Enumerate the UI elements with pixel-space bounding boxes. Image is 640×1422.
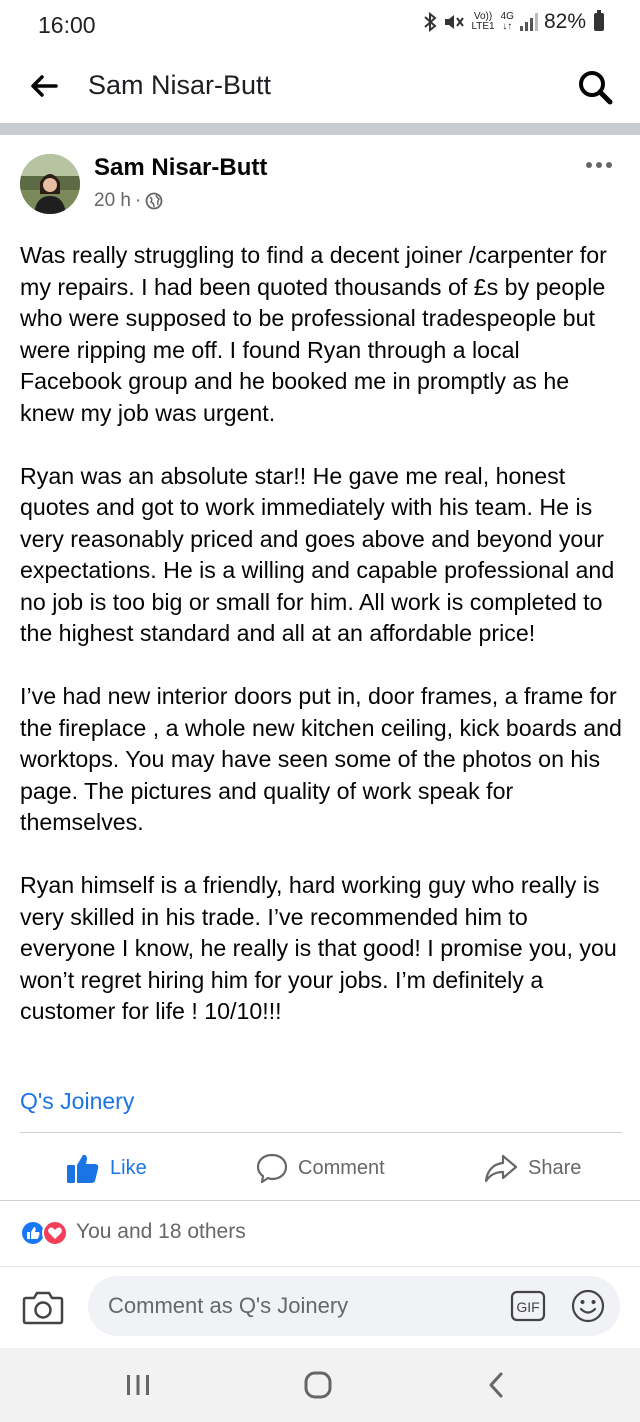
divider: [0, 1266, 640, 1267]
comment-placeholder: Comment as Q's Joinery: [108, 1293, 349, 1318]
like-label: Like: [110, 1156, 147, 1179]
share-label: Share: [528, 1156, 582, 1179]
signal-icon: [519, 13, 538, 31]
camera-icon[interactable]: [22, 1288, 64, 1326]
share-button[interactable]: Share: [484, 1150, 581, 1186]
network-indicator: 4G ↓↑: [500, 11, 514, 32]
status-time: 16:00: [38, 12, 96, 38]
comment-bubble-icon: [256, 1153, 288, 1184]
post-body: Was really struggling to find a decent j…: [20, 240, 626, 1059]
divider: [20, 1132, 622, 1133]
back-arrow-icon[interactable]: [28, 70, 60, 102]
post-time[interactable]: 20 h: [94, 190, 131, 212]
emoji-icon[interactable]: [570, 1288, 606, 1324]
thumbs-up-icon: [67, 1154, 99, 1183]
recent-apps-icon[interactable]: [124, 1372, 152, 1398]
mute-icon: [445, 15, 465, 29]
meta-separator: ·: [134, 190, 142, 211]
post-meta: 20 h ·: [94, 190, 163, 212]
post-paragraph: I’ve had new interior doors put in, door…: [20, 683, 622, 835]
love-reaction-icon: [42, 1220, 68, 1246]
more-options-icon[interactable]: [584, 155, 614, 175]
post-paragraph: Ryan himself is a friendly, hard working…: [20, 872, 617, 1024]
reactions-summary[interactable]: You and 18 others: [20, 1218, 246, 1246]
avatar-photo: [20, 154, 80, 214]
share-arrow-icon: [484, 1154, 518, 1183]
status-icons: Vo)) LTE1 4G ↓↑ 82%: [423, 10, 604, 34]
reactions-count-text: You and 18 others: [76, 1220, 246, 1243]
post-paragraph: Ryan was an absolute star!! He gave me r…: [20, 462, 615, 647]
back-chevron-icon[interactable]: [486, 1370, 506, 1400]
comment-button[interactable]: Comment: [256, 1150, 385, 1186]
divider: [0, 1200, 640, 1201]
volte-indicator: Vo)) LTE1: [471, 11, 495, 32]
comment-input[interactable]: Comment as Q's Joinery GIF: [88, 1276, 620, 1336]
home-icon[interactable]: [302, 1370, 334, 1400]
page-title: Sam Nisar-Butt: [88, 70, 272, 100]
like-button[interactable]: Like: [66, 1150, 147, 1186]
header-divider: [0, 123, 640, 135]
page-link[interactable]: Q's Joinery: [20, 1088, 134, 1115]
search-icon[interactable]: [576, 68, 614, 106]
comment-label: Comment: [298, 1156, 385, 1179]
post-author[interactable]: Sam Nisar-Butt: [94, 154, 267, 182]
post-paragraph: Was really struggling to find a decent j…: [20, 242, 607, 426]
status-bar: 16:00 Vo)) LTE1 4G ↓↑ 82%: [0, 0, 640, 52]
system-nav-bar: [0, 1348, 640, 1422]
globe-icon: [145, 192, 163, 210]
bluetooth-icon: [424, 12, 437, 32]
app-header: Sam Nisar-Butt: [0, 52, 640, 122]
gif-icon[interactable]: GIF: [510, 1290, 546, 1322]
gif-label: GIF: [516, 1299, 539, 1315]
reaction-icons: [20, 1218, 70, 1246]
battery-percent: 82%: [543, 10, 586, 33]
avatar[interactable]: [20, 154, 80, 214]
battery-icon: [594, 10, 604, 31]
